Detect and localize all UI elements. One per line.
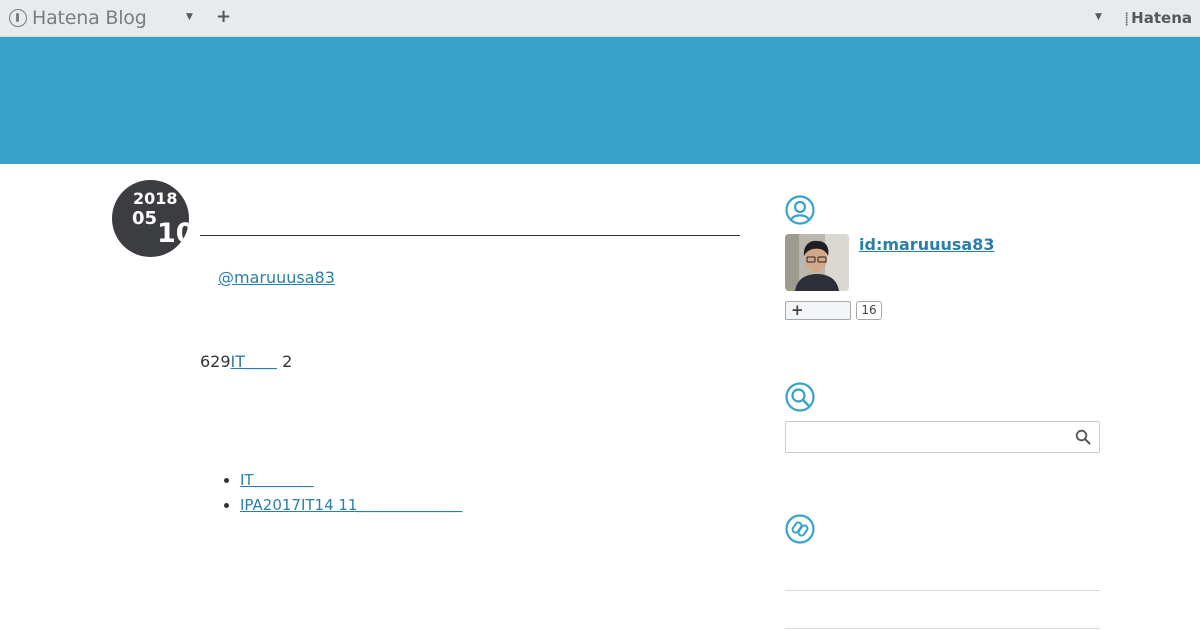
entry-title-underline [200,235,740,236]
entry-date-badge: 2018 05 10 [112,180,189,257]
search-section-icon [785,382,815,412]
related-links-list: IT＿＿＿＿ IPA2017IT14 11＿＿＿＿＿＿＿ [200,468,462,518]
blog-menu-caret-down-icon[interactable]: ▼ [186,12,193,22]
hatena-icon: ⸽ [1125,11,1129,26]
date-day: 10 [157,218,189,249]
hatena-blog-logo[interactable]: Hatena Blog [9,6,147,30]
brand-name: Hatena Blog [32,7,147,29]
related-link[interactable]: IPA2017IT14 11＿＿＿＿＿＿＿ [240,496,462,514]
entry-body-text: 629IT＿＿ 2 [200,348,292,372]
body-prefix: 629 [200,352,231,371]
search-icon[interactable] [1075,429,1091,445]
blog-header-banner[interactable] [0,37,1200,164]
list-item: IT＿＿＿＿ [240,468,462,493]
sidebar-divider [785,590,1100,591]
search-form [785,421,1100,453]
user-icon [785,195,815,225]
hatena-top-bar: Hatena Blog ▼ + ▼ ⸽ Hatena [0,0,1200,37]
related-link[interactable]: IT＿＿＿＿ [240,471,314,489]
user-menu-caret-down-icon[interactable]: ▼ [1095,12,1102,22]
sidebar-divider [785,628,1100,629]
body-suffix: 2 [282,352,293,371]
date-month: 05 [132,208,158,229]
link-icon [785,514,815,544]
profile-id-link[interactable]: id:maruuusa83 [859,235,994,254]
subscriber-count: 16 [856,301,882,320]
hatena-link[interactable]: ⸽ Hatena [1125,9,1192,27]
date-year: 2018 [133,189,178,208]
avatar-image [785,234,849,291]
search-input[interactable] [792,423,1076,453]
avatar[interactable] [785,234,849,291]
subscribe-button[interactable]: + [785,301,851,320]
hatena-label: Hatena [1131,9,1192,27]
new-entry-button[interactable]: + [216,6,231,27]
hatena-blog-logo-icon [9,9,27,27]
body-inline-link[interactable]: IT＿＿ [231,352,278,371]
author-twitter-link[interactable]: @maruuusa83 [218,268,335,287]
list-item: IPA2017IT14 11＿＿＿＿＿＿＿ [240,493,462,518]
